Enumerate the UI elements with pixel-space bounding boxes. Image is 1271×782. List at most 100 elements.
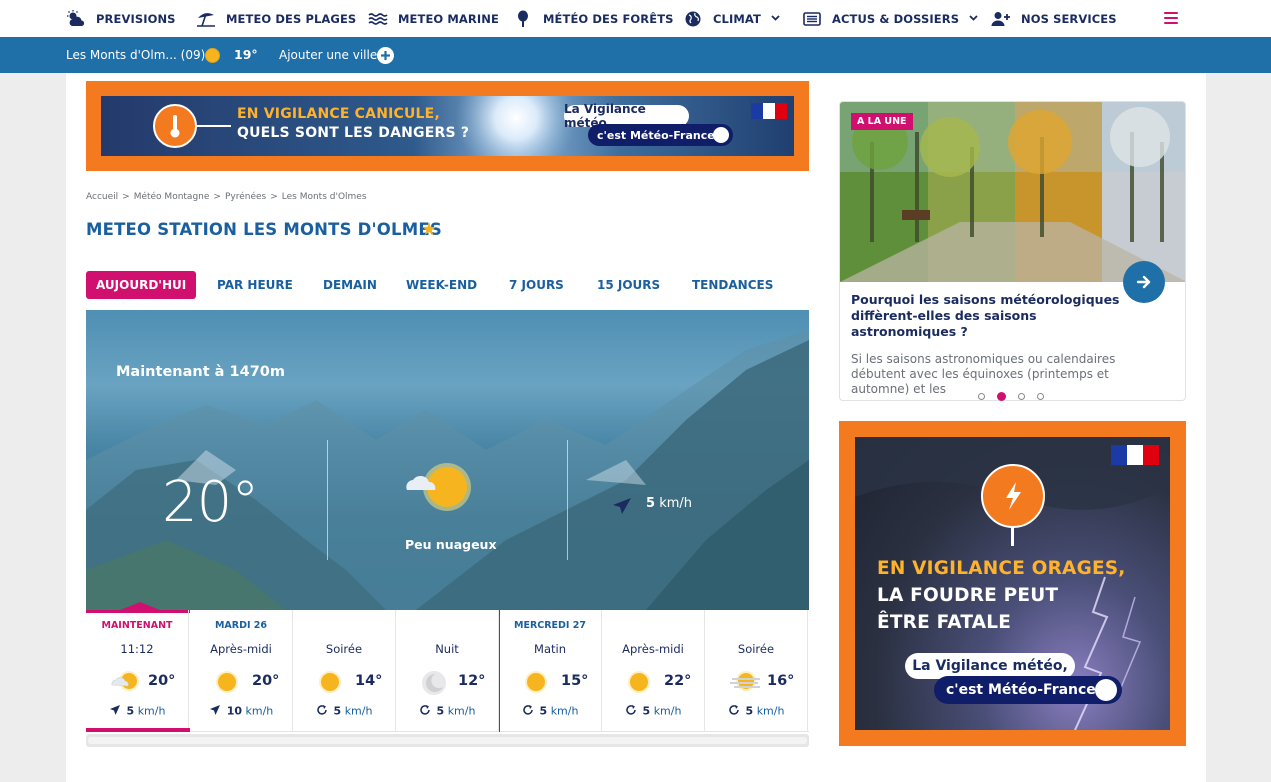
day-divider — [499, 610, 500, 732]
moon-icon — [421, 670, 446, 695]
forecast-day: MAINTENANT — [101, 620, 173, 631]
a-la-une-tag: A LA UNE — [851, 113, 913, 130]
divider — [567, 440, 568, 560]
top-navigation: PREVISIONS METEO DES PLAGES METEO MARINE… — [0, 0, 1271, 37]
wind-unit: km/h — [137, 704, 166, 718]
ad-pin-stem — [1011, 528, 1014, 546]
breadcrumb-separator: > — [213, 192, 221, 202]
forecast-temperature: 14° — [355, 673, 383, 689]
forecast-wind: 5 km/h — [705, 704, 807, 719]
forecast-wind: 5 km/h — [86, 704, 188, 719]
forecast-period: Nuit — [435, 642, 459, 656]
breadcrumb-pyrenees[interactable]: Pyrénées — [225, 192, 266, 202]
forecast-cell[interactable]: Soirée 16° 5 km/h — [705, 610, 808, 732]
wind-value: 5 — [745, 704, 754, 718]
variable-wind-icon — [316, 704, 328, 719]
forecast-cell[interactable]: MARDI 26 Après-midi 20° 10 km/h — [190, 610, 293, 732]
tab-tendances[interactable]: TENDANCES — [692, 271, 773, 299]
city-bar: Les Monts d'Olm... (09) 19° Ajouter une … — [0, 37, 1271, 73]
favorite-star-icon[interactable]: ★ — [421, 219, 437, 240]
nav-meteo-des-plages[interactable]: METEO DES PLAGES — [196, 0, 356, 37]
forecast-cell[interactable]: Nuit 12° 5 km/h — [396, 610, 499, 732]
nav-label: METEO DES PLAGES — [226, 11, 357, 26]
breadcrumb-current: Les Monts d'Olmes — [281, 192, 367, 202]
scrollbar-thumb[interactable] — [88, 737, 807, 744]
add-circle-icon[interactable] — [377, 47, 394, 68]
forecast-wind: 10 km/h — [190, 704, 292, 719]
forecast-day: MERCREDI 27 — [514, 620, 586, 631]
hamburger-menu-icon[interactable] — [1164, 12, 1178, 24]
forecast-period: Après-midi — [210, 642, 272, 656]
tab-7-jours[interactable]: 7 JOURS — [509, 271, 564, 299]
wind-arrow-icon — [612, 497, 632, 519]
current-wind: 5 km/h — [646, 496, 692, 511]
wind-value: 5 — [539, 704, 548, 718]
user-plus-icon — [991, 9, 1011, 29]
current-altitude-label: Maintenant à 1470m — [116, 364, 285, 380]
forecast-scrollbar[interactable] — [86, 734, 809, 747]
variable-wind-icon — [625, 704, 637, 719]
nav-meteo-marine[interactable]: METEO MARINE — [368, 0, 499, 37]
arrow-right-icon — [1136, 275, 1151, 289]
breadcrumb-meteo-montagne[interactable]: Météo Montagne — [134, 192, 210, 202]
cloud-sun-icon — [66, 9, 86, 29]
republique-francaise-flag-icon — [1111, 445, 1159, 465]
add-city-link[interactable]: Ajouter une ville — [279, 48, 377, 62]
banner-connector-line — [197, 125, 231, 127]
mountain-background — [86, 330, 809, 610]
breadcrumb-home[interactable]: Accueil — [86, 192, 118, 202]
forecast-cell[interactable]: Soirée 14° 5 km/h — [293, 610, 396, 732]
carousel-dot[interactable] — [1037, 393, 1044, 400]
lightning-icon — [981, 464, 1045, 528]
forecast-cell[interactable]: MERCREDI 27 Matin 15° 5 km/h — [499, 610, 602, 732]
nav-climat[interactable]: CLIMAT — [683, 0, 780, 37]
current-temperature: 20° — [162, 470, 259, 535]
nav-previsions[interactable]: PREVISIONS — [66, 0, 176, 37]
forecast-temperature: 20° — [148, 673, 176, 689]
wind-value: 5 — [126, 704, 135, 718]
wind-value: 5 — [333, 704, 342, 718]
forecast-period: Soirée — [325, 642, 363, 656]
nav-meteo-des-forets[interactable]: MÉTÉO DES FORÊTS — [513, 0, 674, 37]
forecast-cell[interactable]: MAINTENANT 11:12 20° 5 km/h — [86, 610, 189, 732]
favorite-city-link[interactable]: Les Monts d'Olm... (09) — [66, 48, 205, 62]
variable-wind-icon — [728, 704, 740, 719]
forecast-period: Après-midi — [622, 642, 684, 656]
wind-unit: km/h — [550, 704, 579, 718]
tree-icon — [513, 9, 533, 29]
breadcrumb-separator: > — [122, 192, 130, 202]
article-title[interactable]: Pourquoi les saisons météorologiques dif… — [851, 292, 1131, 340]
carousel-dot[interactable] — [978, 393, 985, 400]
nav-label: CLIMAT — [713, 11, 761, 26]
ad-pill-text: c'est Météo-France — [946, 682, 1096, 698]
sun-icon — [318, 670, 342, 694]
ad-title-line1: EN VIGILANCE ORAGES, — [877, 558, 1126, 579]
forecast-cell[interactable]: Après-midi 22° 5 km/h — [602, 610, 705, 732]
sun-cloud-icon — [403, 462, 477, 518]
carousel-dot-active[interactable] — [997, 392, 1006, 401]
nav-label: METEO MARINE — [398, 11, 499, 26]
sun-haze-icon — [730, 670, 760, 694]
banner-title-line2: QUELS SONT LES DANGERS ? — [237, 125, 470, 141]
nav-label: PREVISIONS — [96, 11, 176, 26]
article-excerpt: Si les saisons astronomiques ou calendai… — [851, 352, 1116, 396]
forecast-wind: 5 km/h — [499, 704, 601, 719]
nav-nos-services[interactable]: NOS SERVICES — [991, 0, 1117, 37]
waves-icon — [368, 9, 388, 29]
forecast-temperature: 16° — [767, 673, 795, 689]
ad-title-line2: LA FOUDRE PEUT — [877, 585, 1059, 606]
tab-15-jours[interactable]: 15 JOURS — [597, 271, 660, 299]
wind-value: 5 — [642, 704, 651, 718]
breadcrumb: Accueil > Météo Montagne > Pyrénées > Le… — [86, 192, 371, 202]
nav-label: MÉTÉO DES FORÊTS — [543, 11, 674, 26]
tab-demain[interactable]: DEMAIN — [323, 271, 377, 299]
carousel-dot[interactable] — [1018, 393, 1025, 400]
forecast-temperature: 15° — [561, 673, 589, 689]
tab-week-end[interactable]: WEEK-END — [406, 271, 477, 299]
sun-icon — [205, 48, 220, 63]
tab-aujourdhui[interactable]: AUJOURD'HUI — [86, 271, 197, 299]
banner-pill-text: c'est Météo-France — [597, 128, 715, 142]
tab-par-heure[interactable]: PAR HEURE — [217, 271, 293, 299]
nav-actus-dossiers[interactable]: ACTUS & DOSSIERS — [802, 0, 978, 37]
wind-arrow-icon — [209, 704, 221, 719]
